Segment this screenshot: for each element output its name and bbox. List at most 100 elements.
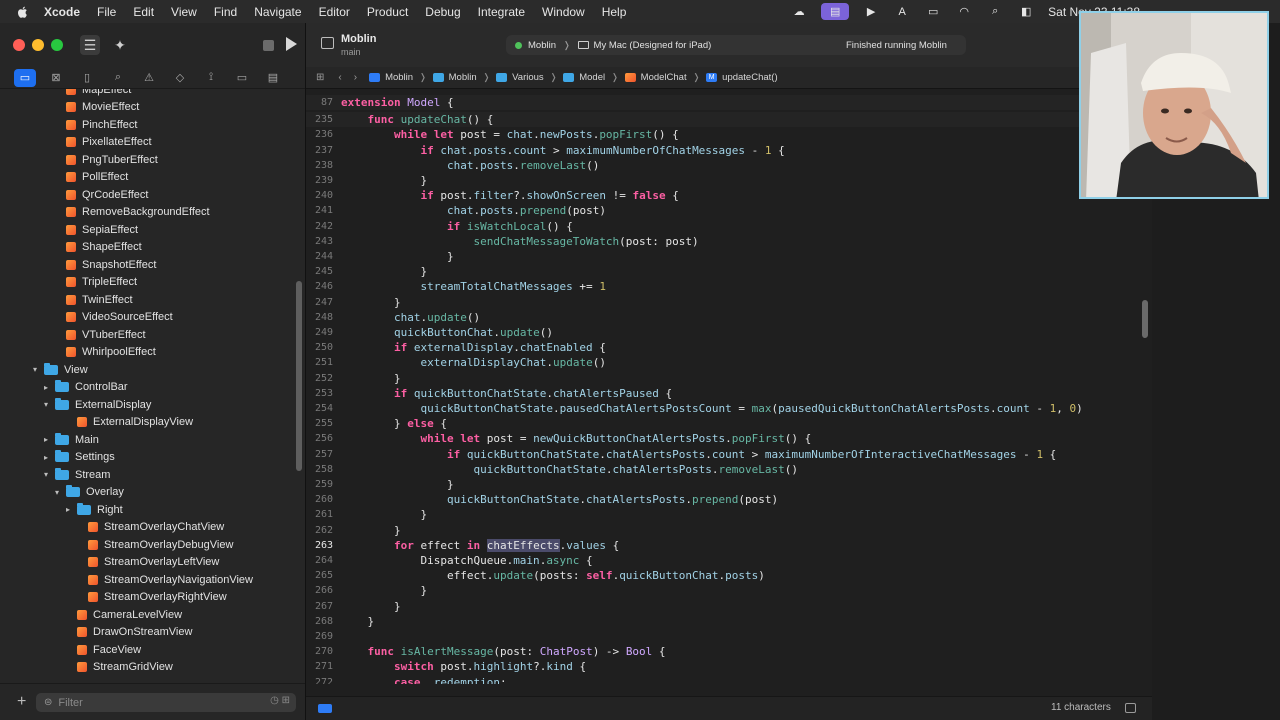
forward-arrow-icon[interactable]: ›: [354, 72, 357, 83]
menu-find[interactable]: Find: [214, 5, 237, 19]
code-line[interactable]: 236 while let post = chat.newPosts.popFi…: [306, 127, 1152, 142]
navigator-file-row[interactable]: StreamOverlayDebugView: [74, 536, 233, 554]
code-line[interactable]: 253 if quickButtonChatState.chatAlertsPa…: [306, 386, 1152, 401]
menu-editor[interactable]: Editor: [319, 5, 350, 19]
code-line[interactable]: 239 }: [306, 173, 1152, 188]
code-line[interactable]: 245 }: [306, 264, 1152, 279]
code-line[interactable]: 255 } else {: [306, 416, 1152, 431]
navigator-group-row[interactable]: ▾ View: [30, 361, 88, 379]
reports-tab-icon[interactable]: ▤: [262, 69, 284, 87]
code-line[interactable]: 249 quickButtonChat.update(): [306, 325, 1152, 340]
navigator-file-row[interactable]: CameraLevelView: [63, 606, 182, 624]
debug-area-toggle-icon[interactable]: [1125, 703, 1136, 713]
battery-icon[interactable]: ▭: [924, 5, 942, 19]
navigator-file-row[interactable]: VTuberEffect: [52, 326, 146, 344]
breakpoints-tab-icon[interactable]: ▭: [231, 69, 253, 87]
code-line[interactable]: 250 if externalDisplay.chatEnabled {: [306, 340, 1152, 355]
input-source-icon[interactable]: A: [893, 5, 911, 19]
screen-record-icon[interactable]: ▤: [821, 3, 850, 20]
stop-button[interactable]: [263, 40, 274, 51]
filter-input[interactable]: ⊜ Filter ◷ ⊞: [36, 693, 296, 712]
navigator-file-row[interactable]: WhirlpoolEffect: [52, 344, 156, 362]
menu-integrate[interactable]: Integrate: [478, 5, 525, 19]
related-items-icon[interactable]: ⊞: [316, 72, 324, 83]
chevron-down-icon[interactable]: ▾: [30, 365, 40, 374]
run-button[interactable]: [286, 37, 297, 51]
play-status-icon[interactable]: ▶: [862, 5, 880, 19]
code-line[interactable]: 272 case .redemption:: [306, 675, 1152, 685]
navigator-file-row[interactable]: ShapeEffect: [52, 239, 142, 257]
cloud-status-icon[interactable]: ☁: [790, 5, 808, 19]
navigator-file-row[interactable]: SnapshotEffect: [52, 256, 156, 274]
spotlight-search-icon[interactable]: ⌕: [986, 5, 1004, 19]
code-line[interactable]: 258 quickButtonChatState.chatAlertsPosts…: [306, 462, 1152, 477]
code-line[interactable]: 261 }: [306, 507, 1152, 522]
chevron-down-icon[interactable]: ▾: [52, 488, 62, 497]
navigator-group-row[interactable]: ▾ Overlay: [52, 484, 124, 502]
navigator-file-row[interactable]: MapEffect: [52, 89, 131, 99]
code-line[interactable]: 241 chat.posts.prepend(post): [306, 203, 1152, 218]
navigator-file-row[interactable]: ExternalDisplayView: [63, 414, 193, 432]
menu-window[interactable]: Window: [542, 5, 585, 19]
breadcrumb-group-model[interactable]: Model: [563, 72, 605, 83]
code-line[interactable]: 247 }: [306, 295, 1152, 310]
code-line[interactable]: 271 switch post.highlight?.kind {: [306, 659, 1152, 674]
code-line[interactable]: 240 if post.filter?.showOnScreen != fals…: [306, 188, 1152, 203]
navigator-file-row[interactable]: QrCodeEffect: [52, 186, 148, 204]
xcode-cloud-icon[interactable]: ✦: [110, 35, 130, 55]
code-line[interactable]: 267 }: [306, 599, 1152, 614]
close-window-button[interactable]: [13, 39, 25, 51]
destination-selector[interactable]: My Mac (Designed for iPad): [594, 40, 712, 51]
editor-scrollbar[interactable]: [1142, 300, 1148, 338]
code-line[interactable]: 268 }: [306, 614, 1152, 629]
navigator-file-row[interactable]: PngTuberEffect: [52, 151, 158, 169]
menu-navigate[interactable]: Navigate: [254, 5, 301, 19]
navigator-file-row[interactable]: StreamOverlayChatView: [74, 519, 224, 537]
chevron-right-icon[interactable]: ▸: [63, 505, 73, 514]
sticky-header-line[interactable]: 87 extension Model {: [306, 95, 1152, 111]
menu-file[interactable]: File: [97, 5, 116, 19]
chevron-down-icon[interactable]: ▾: [41, 400, 51, 409]
find-tab-icon[interactable]: ⌕: [107, 69, 129, 87]
navigator-group-row[interactable]: ▸ Settings: [41, 449, 115, 467]
breadcrumb-project[interactable]: Moblin: [369, 72, 413, 83]
navigator-group-row[interactable]: ▸ Right: [63, 501, 123, 519]
navigator-file-row[interactable]: StreamGridView: [63, 659, 173, 677]
menu-product[interactable]: Product: [367, 5, 408, 19]
navigator-file-row[interactable]: PollEffect: [52, 169, 128, 187]
navigator-scrollbar[interactable]: [296, 281, 302, 471]
navigator-file-row[interactable]: VideoSourceEffect: [52, 309, 173, 327]
code-line[interactable]: 238 chat.posts.removeLast(): [306, 158, 1152, 173]
code-line[interactable]: 242 if isWatchLocal() {: [306, 219, 1152, 234]
menu-edit[interactable]: Edit: [133, 5, 154, 19]
code-line[interactable]: 266 }: [306, 583, 1152, 598]
breakpoints-toggle-icon[interactable]: [318, 704, 332, 713]
navigator-file-row[interactable]: DrawOnStreamView: [63, 624, 192, 642]
issues-tab-icon[interactable]: ⚠: [138, 69, 160, 87]
navigator-file-row[interactable]: PinchEffect: [52, 116, 137, 134]
source-control-tab-icon[interactable]: ⊠: [45, 69, 67, 87]
control-center-icon[interactable]: ◧: [1017, 5, 1035, 19]
code-line[interactable]: 265 effect.update(posts: self.quickButto…: [306, 568, 1152, 583]
project-navigator-tab-icon[interactable]: ▭: [14, 68, 36, 87]
menu-debug[interactable]: Debug: [425, 5, 460, 19]
code-line[interactable]: 252 }: [306, 371, 1152, 386]
code-line[interactable]: 244 }: [306, 249, 1152, 264]
back-arrow-icon[interactable]: ‹: [338, 72, 341, 83]
chevron-right-icon[interactable]: ▸: [41, 453, 51, 462]
breadcrumb-file[interactable]: ModelChat: [624, 72, 687, 83]
navigator-file-row[interactable]: TripleEffect: [52, 274, 137, 292]
code-line[interactable]: 259 }: [306, 477, 1152, 492]
navigator-file-row[interactable]: PixellateEffect: [52, 134, 152, 152]
navigator-group-row[interactable]: ▾ ExternalDisplay: [41, 396, 151, 414]
navigator-file-row[interactable]: StreamOverlayNavigationView: [74, 571, 253, 589]
navigator-file-row[interactable]: SepiaEffect: [52, 221, 138, 239]
code-line[interactable]: 237 if chat.posts.count > maximumNumberO…: [306, 143, 1152, 158]
source-editor[interactable]: 87 extension Model {235 func updateChat()…: [306, 94, 1152, 684]
navigator-group-row[interactable]: ▸ Main: [41, 431, 99, 449]
navigator-file-row[interactable]: FaceView: [63, 641, 141, 659]
branch-name[interactable]: main: [341, 47, 361, 57]
navigator-file-row[interactable]: StreamOverlayRightView: [74, 589, 227, 607]
navigator-file-row[interactable]: RemoveBackgroundEffect: [52, 204, 210, 222]
navigator-file-row[interactable]: StreamOverlayLeftView: [74, 554, 219, 572]
